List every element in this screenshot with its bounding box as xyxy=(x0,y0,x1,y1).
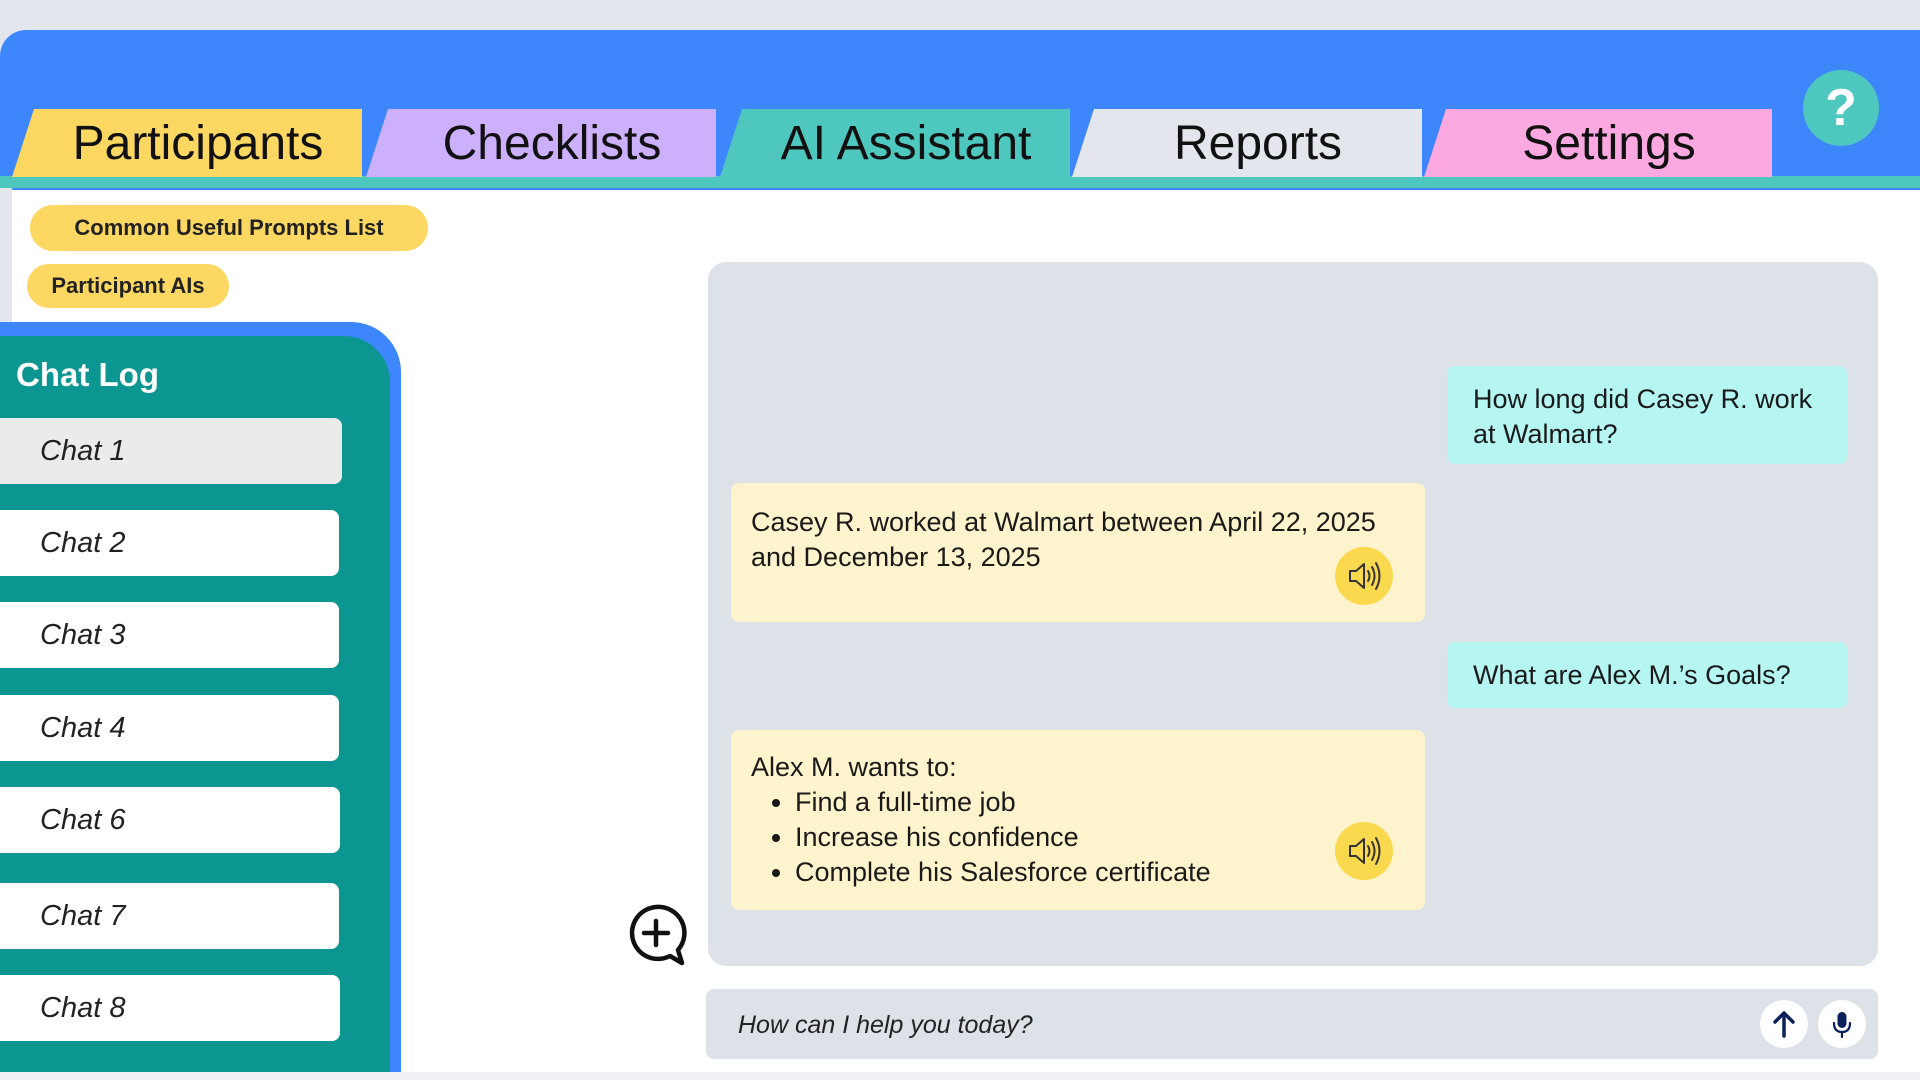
goal-item: Complete his Salesforce certificate xyxy=(795,855,1405,890)
tab-label: Checklists xyxy=(442,116,662,170)
assistant-message-intro: Alex M. wants to: xyxy=(751,752,957,782)
message-input[interactable] xyxy=(736,989,1740,1061)
read-aloud-button[interactable] xyxy=(1335,822,1393,880)
tab-reports[interactable]: Reports xyxy=(1072,109,1422,177)
chat-log-item[interactable]: Chat 1 xyxy=(0,418,342,484)
tab-checklists[interactable]: Checklists xyxy=(366,109,716,177)
assistant-message-text: Casey R. worked at Walmart between April… xyxy=(751,507,1376,572)
question-icon: ? xyxy=(1825,79,1857,137)
arrow-up-icon xyxy=(1773,1011,1795,1038)
speaker-icon xyxy=(1349,562,1381,590)
tab-ai-assistant[interactable]: AI Assistant xyxy=(720,109,1070,177)
chat-log-item[interactable]: Chat 8 xyxy=(0,975,340,1041)
chat-log-title: Chat Log xyxy=(16,356,159,393)
tab-band xyxy=(0,176,1920,188)
chat-log-item[interactable]: Chat 2 xyxy=(0,510,339,576)
chat-log-item-label: Chat 3 xyxy=(40,618,126,651)
chat-plus-icon xyxy=(629,904,687,966)
participant-ais-button[interactable]: Participant AIs xyxy=(27,264,229,308)
goal-list: Find a full-time job Increase his confid… xyxy=(751,785,1405,890)
help-button[interactable]: ? xyxy=(1803,70,1879,146)
chat-log-item-label: Chat 2 xyxy=(40,526,126,559)
user-message: What are Alex M.’s Goals? xyxy=(1447,642,1847,708)
send-button[interactable] xyxy=(1760,1000,1808,1048)
bottom-strip xyxy=(0,1072,1920,1080)
chat-log-item-label: Chat 8 xyxy=(40,991,126,1024)
tab-settings[interactable]: Settings xyxy=(1424,109,1772,177)
chat-log-item[interactable]: Chat 6 xyxy=(0,787,340,853)
message-input-bar xyxy=(706,989,1878,1061)
chat-log-item[interactable]: Chat 7 xyxy=(0,883,339,949)
new-chat-button[interactable] xyxy=(624,902,688,966)
user-message-text: What are Alex M.’s Goals? xyxy=(1473,660,1791,690)
chat-log-item-label: Chat 7 xyxy=(40,899,126,932)
tab-participants[interactable]: Participants xyxy=(12,109,362,177)
common-prompts-label: Common Useful Prompts List xyxy=(74,215,384,240)
tab-label: Reports xyxy=(1173,116,1343,170)
goal-item: Find a full-time job xyxy=(795,785,1405,820)
goal-item: Increase his confidence xyxy=(795,820,1405,855)
chat-log-item-label: Chat 4 xyxy=(40,711,126,744)
tab-label: AI Assistant xyxy=(780,116,1032,170)
assistant-message: Casey R. worked at Walmart between April… xyxy=(731,483,1425,622)
chat-log-item[interactable]: Chat 3 xyxy=(0,602,339,668)
chat-log-item-label: Chat 1 xyxy=(40,434,126,467)
participant-ais-label: Participant AIs xyxy=(51,273,205,298)
chat-log-item-label: Chat 6 xyxy=(40,803,126,836)
common-prompts-button[interactable]: Common Useful Prompts List xyxy=(30,205,428,251)
chat-log-item[interactable]: Chat 4 xyxy=(0,695,339,761)
user-message: How long did Casey R. work at Walmart? xyxy=(1447,366,1847,464)
microphone-button[interactable] xyxy=(1818,1000,1866,1048)
speaker-icon xyxy=(1349,837,1381,865)
app-window: Participants Checklists AI Assistant Rep… xyxy=(0,30,1920,1072)
read-aloud-button[interactable] xyxy=(1335,547,1393,605)
tab-label: Settings xyxy=(1522,116,1696,170)
assistant-message: Alex M. wants to: Find a full-time job I… xyxy=(731,730,1425,910)
microphone-icon xyxy=(1832,1012,1852,1039)
user-message-text: How long did Casey R. work at Walmart? xyxy=(1473,384,1813,449)
tab-label: Participants xyxy=(72,116,324,170)
